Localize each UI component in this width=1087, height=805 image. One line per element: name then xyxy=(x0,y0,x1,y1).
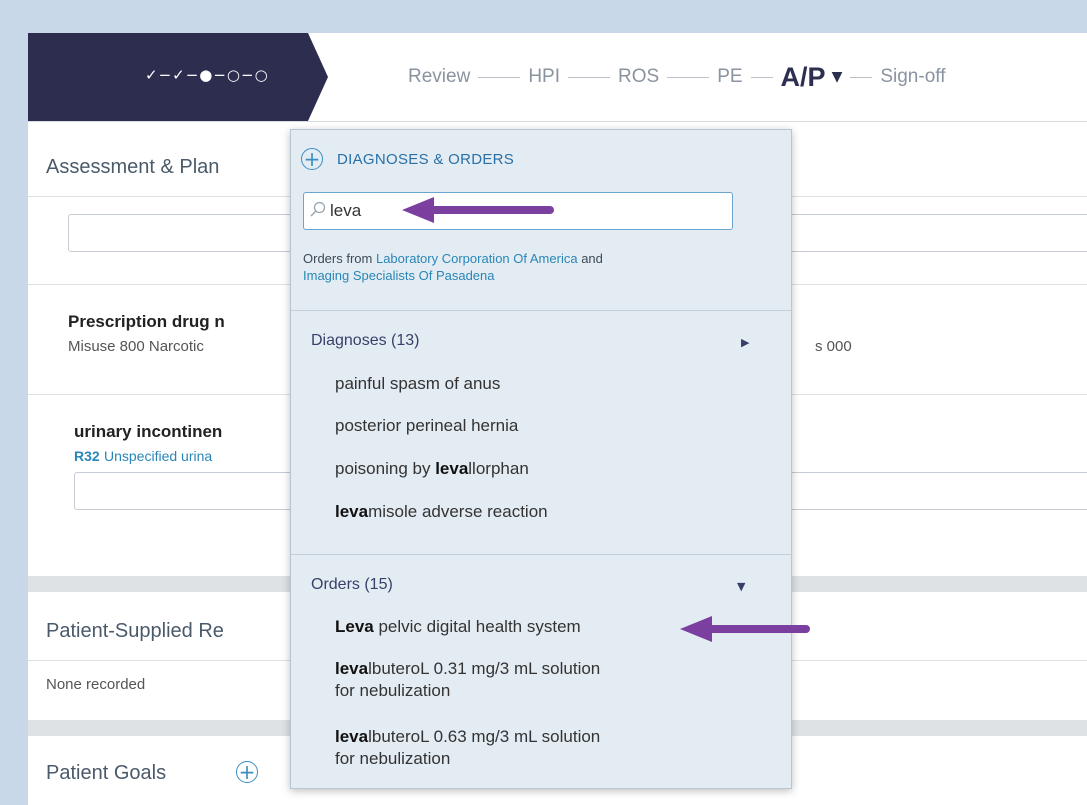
urinary-desc-link[interactable]: Unspecified urina xyxy=(104,448,212,464)
step-connector xyxy=(568,76,610,78)
step-ros[interactable]: ROS xyxy=(618,66,659,88)
chevron-right-icon[interactable]: ▶ xyxy=(741,336,749,349)
chevron-down-icon[interactable]: ▼ xyxy=(737,580,745,593)
step-connector xyxy=(667,76,710,78)
prescription-codes-tail: s 000 xyxy=(815,338,852,355)
urinary-code-link[interactable]: R32 xyxy=(74,448,100,464)
add-goal-plus-icon[interactable]: + xyxy=(236,761,258,783)
diagnosis-item[interactable]: poisoning by levallorphan xyxy=(335,458,529,480)
orders-from-note: Orders from Laboratory Corporation Of Am… xyxy=(303,250,773,284)
diagnosis-item[interactable]: painful spasm of anus xyxy=(335,373,500,395)
diagnosis-item[interactable]: posterior perineal hernia xyxy=(335,415,518,437)
labcorp-link[interactable]: Laboratory Corporation Of America xyxy=(376,251,578,266)
app-frame: ✓−✓−●−○−○ Review HPI ROS PE A/P ▼ Sign-o… xyxy=(28,33,1087,805)
diagnoses-group-header[interactable]: Diagnoses (13) xyxy=(311,332,420,350)
step-connector xyxy=(478,76,521,78)
step-review[interactable]: Review xyxy=(408,66,470,88)
diagnoses-orders-dropdown: + DIAGNOSES & ORDERS Orders from Laborat… xyxy=(290,129,792,789)
orders-group-header[interactable]: Orders (15) xyxy=(311,576,393,594)
order-item[interactable]: levalbuteroL 0.63 mg/3 mL solution for ne… xyxy=(335,726,600,770)
workflow-header: ✓−✓−●−○−○ Review HPI ROS PE A/P ▼ Sign-o… xyxy=(28,33,1087,122)
dropdown-divider xyxy=(291,554,791,555)
order-item[interactable]: levalbuteroL 0.31 mg/3 mL solution for ne… xyxy=(335,658,600,702)
add-plus-icon[interactable]: + xyxy=(301,148,323,170)
prescription-title[interactable]: Prescription drug n xyxy=(68,312,225,332)
urinary-title[interactable]: urinary incontinen xyxy=(74,422,222,442)
step-hpi[interactable]: HPI xyxy=(528,66,560,88)
step-ap-active[interactable]: A/P xyxy=(781,62,826,93)
caret-down-icon[interactable]: ▼ xyxy=(832,69,843,85)
orders-from-prefix: Orders from xyxy=(303,251,376,266)
step-signoff[interactable]: Sign-off xyxy=(880,66,945,88)
step-connector xyxy=(750,76,773,78)
none-recorded-text: None recorded xyxy=(46,676,146,693)
annotation-arrow-icon xyxy=(402,197,554,223)
annotation-arrow-icon xyxy=(680,616,810,642)
search-icon xyxy=(310,201,326,217)
progress-marks: ✓−✓−●−○−○ xyxy=(145,66,269,84)
step-connector xyxy=(850,76,873,78)
progress-indicator: ✓−✓−●−○−○ xyxy=(28,33,338,121)
workflow-steps: Review HPI ROS PE A/P ▼ Sign-off xyxy=(408,33,945,121)
order-item[interactable]: Leva pelvic digital health system xyxy=(335,616,581,638)
orders-from-and: and xyxy=(577,251,603,266)
dropdown-header: + DIAGNOSES & ORDERS xyxy=(301,148,514,170)
prescription-codes: Misuse 800 Narcotic xyxy=(68,338,204,355)
step-pe[interactable]: PE xyxy=(717,66,742,88)
imaging-specialists-link[interactable]: Imaging Specialists Of Pasadena xyxy=(303,268,495,283)
patient-goals-title: Patient Goals xyxy=(46,762,167,784)
dropdown-divider xyxy=(291,310,791,311)
assessment-plan-title: Assessment & Plan xyxy=(46,156,220,178)
diagnosis-item[interactable]: levamisole adverse reaction xyxy=(335,501,548,523)
dropdown-title: DIAGNOSES & ORDERS xyxy=(337,150,515,168)
patient-supplied-title: Patient-Supplied Re xyxy=(46,620,224,642)
